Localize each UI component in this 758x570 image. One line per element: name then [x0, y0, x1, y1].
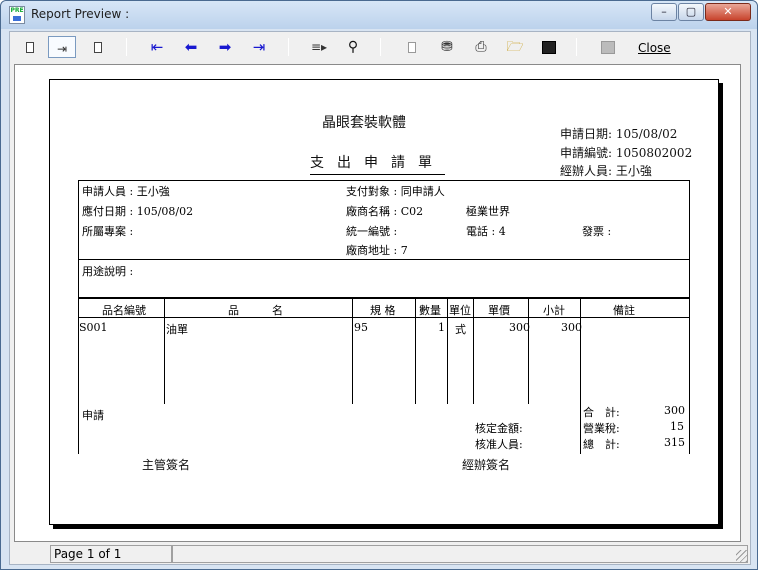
grand-total-label: 總 計:	[583, 438, 620, 451]
page-single-icon[interactable]	[18, 36, 42, 58]
toolbar-separator	[576, 38, 577, 56]
report-preview-window: PRE Report Preview : – ▢ ✕ ⇥ ⇤ ⬅ ➡ ⇥ ≡▸ …	[0, 0, 758, 570]
window-title: Report Preview :	[31, 7, 130, 21]
purpose-box	[78, 259, 690, 298]
approved-amount-label: 核定金額:	[475, 422, 523, 435]
col-line	[447, 298, 448, 404]
close-button[interactable]: Close	[638, 41, 671, 55]
app-icon: PRE	[9, 6, 25, 24]
page-indicator: Page 1 of 1	[50, 545, 172, 563]
disabled-icon	[596, 36, 620, 58]
col-line	[473, 298, 474, 404]
save-icon[interactable]	[537, 36, 561, 58]
row-price: 300	[509, 321, 530, 334]
col-line	[352, 298, 353, 404]
row-spec: 95	[354, 321, 368, 334]
apply-label: 申請	[82, 409, 104, 422]
col-header-name: 品 名	[228, 304, 283, 317]
status-bar: Page 1 of 1	[10, 544, 750, 564]
grand-total-value: 315	[664, 436, 685, 449]
title-bar[interactable]: PRE Report Preview : – ▢ ✕	[1, 1, 757, 29]
vendor-name: 廠商名稱 : C02	[346, 205, 424, 218]
minimize-button[interactable]: –	[651, 3, 677, 21]
page-setup-icon[interactable]	[400, 36, 424, 58]
next-page-icon[interactable]: ➡	[213, 36, 237, 58]
open-icon[interactable]: 🗁	[503, 36, 527, 58]
col-header-note: 備註	[613, 304, 635, 317]
first-page-icon[interactable]: ⇤	[145, 36, 169, 58]
report-page: 晶眼套裝軟體 支出申請單 申請日期: 105/08/02 申請編號: 10508…	[49, 79, 719, 525]
report-viewport[interactable]: 晶眼套裝軟體 支出申請單 申請日期: 105/08/02 申請編號: 10508…	[14, 64, 741, 542]
goto-page-icon[interactable]: ≡▸	[307, 36, 331, 58]
vendor-full-name: 極業世界	[466, 205, 510, 218]
col-header-unit: 單位	[449, 304, 471, 317]
vendor-address: 廠商地址 : 7	[346, 244, 408, 257]
toolbar-separator	[126, 38, 127, 56]
prev-page-icon[interactable]: ⬅	[179, 36, 203, 58]
client-area: ⇥ ⇤ ⬅ ➡ ⇥ ≡▸ ⚲ ⛃ ⎙ 🗁 Close 晶眼套裝軟體 支出申請單 …	[9, 31, 751, 565]
page-narrow-icon[interactable]	[86, 36, 110, 58]
applicant: 申請人員 : 王小強	[82, 185, 170, 198]
toolbar-separator	[288, 38, 289, 56]
find-icon[interactable]: ⚲	[341, 36, 365, 58]
col-header-subtotal: 小計	[543, 304, 565, 317]
export-icon[interactable]: ⛃	[435, 36, 459, 58]
row-subtotal: 300	[561, 321, 582, 334]
row-code: S001	[79, 321, 108, 334]
col-header-spec: 規 格	[370, 304, 396, 317]
apply-number: 申請編號: 1050802002	[560, 146, 693, 160]
table-top-line	[78, 298, 690, 299]
purpose-label: 用途說明 :	[82, 265, 134, 278]
col-line	[415, 298, 416, 404]
invoice: 發票 :	[582, 225, 612, 238]
status-panel	[172, 545, 748, 563]
approver-label: 核准人員:	[475, 438, 523, 451]
close-window-button[interactable]: ✕	[705, 3, 751, 21]
toolbar-separator	[380, 38, 381, 56]
tax-id: 統一編號 :	[346, 225, 398, 238]
total-label: 合 計:	[583, 406, 620, 419]
col-header-qty: 數量	[419, 304, 441, 317]
last-page-icon[interactable]: ⇥	[247, 36, 271, 58]
col-header-price: 單價	[488, 304, 510, 317]
payee: 支付對象 : 同申請人	[346, 185, 445, 198]
col-line	[528, 298, 529, 404]
toolbar: ⇥ ⇤ ⬅ ➡ ⇥ ≡▸ ⚲ ⛃ ⎙ 🗁 Close	[10, 32, 750, 62]
handler-name: 經辦人員: 王小強	[560, 164, 652, 178]
apply-date: 申請日期: 105/08/02	[560, 127, 678, 141]
col-line	[164, 298, 165, 404]
row-qty: 1	[438, 321, 445, 334]
tax-value: 15	[670, 420, 684, 433]
supervisor-signature-label: 主管簽名	[142, 458, 191, 472]
handler-signature-label: 經辦簽名	[462, 458, 511, 472]
total-value: 300	[664, 404, 685, 417]
project: 所屬專案 :	[82, 225, 134, 238]
form-title: 支出申請單	[310, 152, 445, 175]
col-line	[689, 298, 690, 454]
page-two-icon[interactable]: ⇥	[48, 36, 76, 58]
vertical-scrollbar[interactable]	[741, 64, 750, 542]
col-header-code: 品名編號	[102, 304, 146, 317]
row-unit: 式	[455, 323, 466, 336]
print-icon[interactable]: ⎙	[469, 36, 493, 58]
pay-date: 應付日期 : 105/08/02	[82, 205, 194, 218]
phone: 電話 : 4	[466, 225, 506, 238]
maximize-button[interactable]: ▢	[678, 3, 704, 21]
tax-label: 營業稅:	[583, 422, 620, 435]
resize-grip[interactable]	[736, 550, 748, 562]
row-name: 油單	[166, 323, 188, 336]
company-name: 晶眼套裝軟體	[322, 115, 406, 131]
